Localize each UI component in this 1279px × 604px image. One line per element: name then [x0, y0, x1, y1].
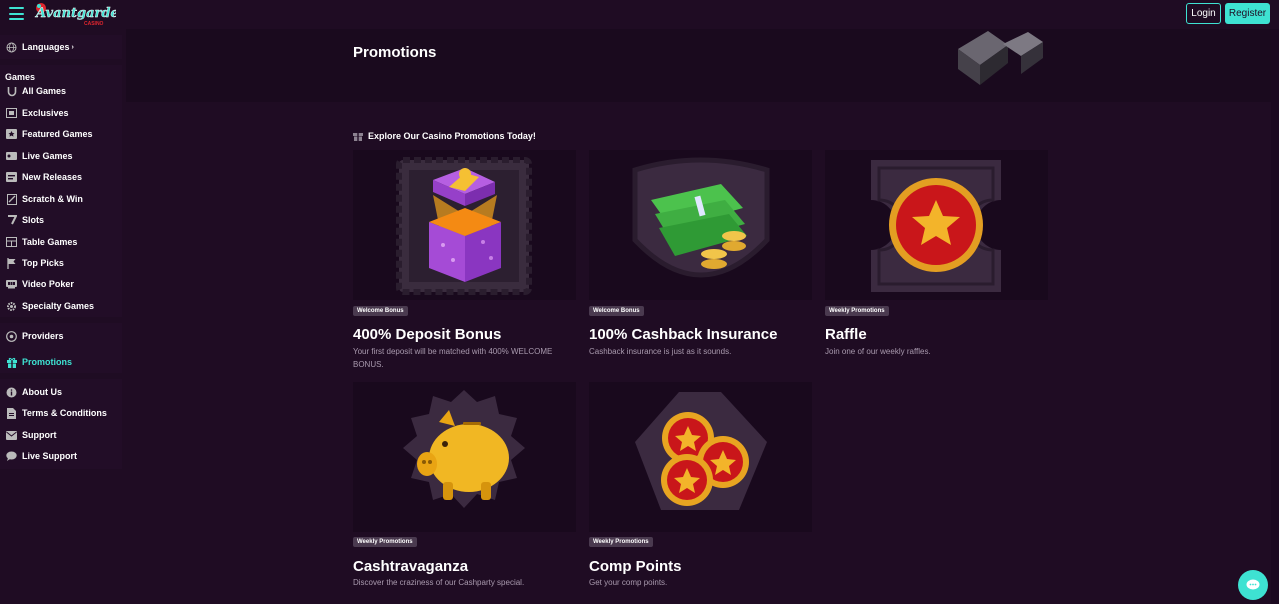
- sidebar-item-label: Providers: [22, 331, 64, 341]
- chat-icon: [6, 451, 17, 462]
- sidebar-item-label: Video Poker: [22, 279, 74, 289]
- promo-description: Discover the craziness of our Cashparty …: [353, 578, 525, 587]
- sidebar-item-all-games[interactable]: All Games: [0, 81, 122, 101]
- cash-shield-illustration: [632, 157, 770, 278]
- sidebar-item-promotions[interactable]: Promotions: [0, 352, 122, 372]
- scrollbar[interactable]: [1271, 29, 1279, 604]
- sidebar-item-label: Languages: [22, 42, 70, 52]
- promo-description: Get your comp points.: [589, 578, 668, 587]
- sidebar-item-label: Table Games: [22, 237, 78, 247]
- promo-card-image[interactable]: [589, 382, 812, 532]
- login-button[interactable]: Login: [1186, 3, 1221, 24]
- live-icon: [6, 151, 17, 162]
- hero-decoration: [958, 31, 1043, 85]
- promo-title[interactable]: 400% Deposit Bonus: [353, 326, 501, 343]
- gift-box-illustration: [396, 157, 532, 295]
- promo-card-image[interactable]: [825, 150, 1048, 300]
- promo-card-image[interactable]: [589, 150, 812, 300]
- sidebar-item-terms[interactable]: Terms & Conditions: [0, 403, 122, 423]
- sidebar-item-label: Live Support: [22, 451, 78, 461]
- seven-icon: [6, 215, 17, 226]
- sidebar-item-providers[interactable]: Providers: [0, 326, 122, 346]
- promo-title[interactable]: Comp Points: [589, 558, 682, 575]
- sidebar-item-label: Support: [22, 430, 57, 440]
- sidebar-item-scratch-win[interactable]: Scratch & Win: [0, 189, 122, 209]
- promo-card-image[interactable]: [353, 150, 576, 300]
- comp-points-illustration: [635, 392, 767, 510]
- scratch-icon: [6, 193, 17, 205]
- sidebar-item-live-support[interactable]: Live Support: [0, 446, 122, 466]
- chip-icon: [6, 330, 17, 342]
- sidebar-item-label: Slots: [22, 215, 45, 225]
- sidebar-item-featured-games[interactable]: Featured Games: [0, 124, 122, 144]
- table-icon: [6, 237, 17, 248]
- star-box-icon: [6, 129, 17, 140]
- promo-badge: Weekly Promotions: [353, 537, 417, 547]
- promo-description: Cashback insurance is just as it sounds.: [589, 347, 732, 356]
- chevron-right-icon: ›: [71, 43, 74, 51]
- promo-description: Join one of our weekly raffles.: [825, 347, 931, 356]
- document-icon: [6, 407, 17, 419]
- sidebar-item-label: Featured Games: [22, 129, 93, 139]
- logo[interactable]: Avantgarde CASINO: [32, 0, 116, 28]
- logo-sub: CASINO: [84, 21, 104, 27]
- horseshoe-icon: [6, 86, 17, 97]
- register-button[interactable]: Register: [1225, 3, 1270, 24]
- promo-title[interactable]: Raffle: [825, 326, 867, 343]
- gift-icon: [6, 357, 17, 368]
- new-icon: [6, 172, 17, 183]
- logo-text: Avantgarde: [34, 6, 116, 21]
- hero-banner: [126, 29, 1271, 102]
- mail-icon: [6, 430, 17, 441]
- flag-icon: [6, 257, 17, 269]
- sidebar-item-label: Terms & Conditions: [22, 408, 107, 418]
- sidebar-item-label: Specialty Games: [22, 301, 95, 311]
- sidebar-item-label: Top Picks: [22, 258, 64, 268]
- sidebar-item-video-poker[interactable]: Video Poker: [0, 274, 122, 294]
- top-bar: Avantgarde CASINO Login Register: [0, 0, 1279, 29]
- sidebar-item-new-releases[interactable]: New Releases: [0, 167, 122, 187]
- promo-title[interactable]: Cashtravaganza: [353, 558, 468, 575]
- sidebar-item-label: Scratch & Win: [22, 194, 83, 204]
- raffle-token-illustration: [871, 160, 1001, 292]
- sidebar-item-slots[interactable]: Slots: [0, 210, 122, 230]
- chat-bubble-icon: [1246, 579, 1260, 590]
- live-chat-button[interactable]: [1238, 570, 1268, 600]
- piggy-bank-illustration: [403, 390, 525, 508]
- exclusives-icon: [6, 108, 17, 119]
- sidebar-item-languages[interactable]: Languages ›: [0, 37, 122, 57]
- sidebar-item-support[interactable]: Support: [0, 425, 122, 445]
- sidebar-item-label: Promotions: [22, 357, 73, 367]
- sidebar-item-label: All Games: [22, 86, 67, 96]
- sidebar-item-label: About Us: [22, 387, 62, 397]
- sidebar: Languages › Games All Games Exclusives F…: [0, 29, 122, 604]
- promo-badge: Welcome Bonus: [353, 306, 408, 316]
- sidebar-item-about-us[interactable]: About Us: [0, 382, 122, 402]
- info-icon: [6, 387, 17, 398]
- globe-icon: [6, 42, 17, 53]
- sidebar-item-label: New Releases: [22, 172, 83, 182]
- sidebar-item-label: Exclusives: [22, 108, 69, 118]
- promo-description: Your first deposit will be matched with …: [353, 347, 553, 369]
- sidebar-item-live-games[interactable]: Live Games: [0, 146, 122, 166]
- sidebar-item-table-games[interactable]: Table Games: [0, 232, 122, 252]
- sidebar-item-specialty-games[interactable]: Specialty Games: [0, 296, 122, 316]
- sidebar-item-top-picks[interactable]: Top Picks: [0, 253, 122, 273]
- poker-icon: [6, 279, 17, 290]
- gift-icon: [353, 133, 363, 141]
- gear-icon: [6, 301, 17, 312]
- promo-card-image[interactable]: [353, 382, 576, 532]
- promo-badge: Weekly Promotions: [589, 537, 653, 547]
- menu-icon[interactable]: [9, 7, 24, 20]
- page-title: Promotions: [353, 44, 437, 61]
- promo-badge: Welcome Bonus: [589, 306, 644, 316]
- section-heading: Explore Our Casino Promotions Today!: [353, 130, 536, 141]
- sidebar-item-label: Live Games: [22, 151, 73, 161]
- promo-title[interactable]: 100% Cashback Insurance: [589, 326, 777, 343]
- sidebar-item-exclusives[interactable]: Exclusives: [0, 103, 122, 123]
- promo-badge: Weekly Promotions: [825, 306, 889, 316]
- section-heading-text: Explore Our Casino Promotions Today!: [368, 130, 536, 141]
